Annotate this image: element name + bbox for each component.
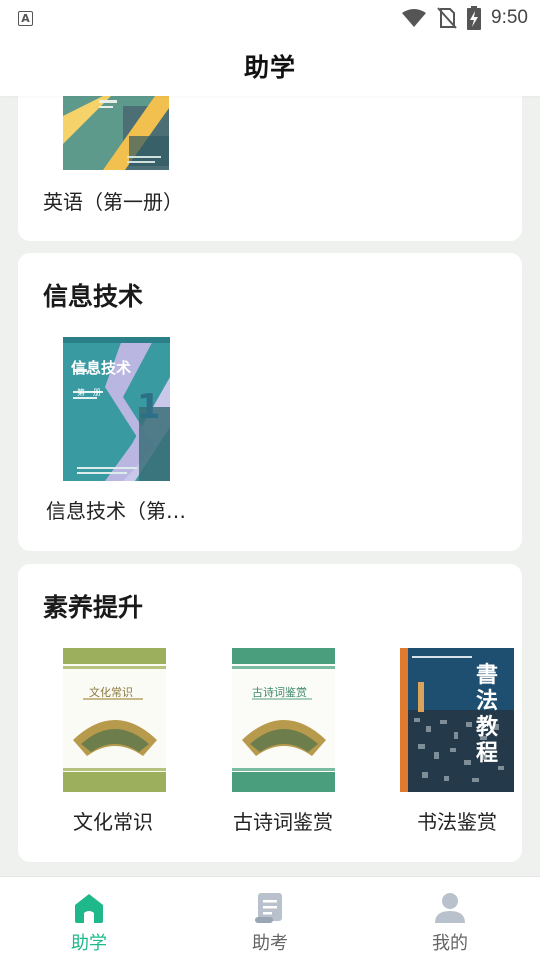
wifi-icon [402, 9, 427, 27]
book-cover-info-tech: 信息技术 第一册 1 [63, 337, 170, 481]
cover-title-info-tech: 信息技术 [71, 359, 132, 377]
nav-tab-mine[interactable]: 我的 [390, 891, 510, 955]
person-icon [435, 893, 465, 923]
no-sim-icon [437, 7, 457, 29]
cover-title-poetry: 古诗词鉴赏 [252, 686, 307, 699]
bottom-navigation: 助学 助考 我的 [0, 876, 540, 961]
notification-app-icon: A [18, 10, 33, 26]
book-cover-english [63, 96, 169, 170]
home-icon [75, 894, 103, 923]
section-card-english: 英语（第一册） [18, 96, 522, 241]
content-scroll-area[interactable]: 英语（第一册） 信息技术 信息技术 第一册 1 信息技术（第… 素养提升 文化常… [0, 96, 540, 876]
nav-tab-assist-learning[interactable]: 助学 [29, 891, 149, 955]
book-title-calligraphy: 书法鉴赏 [417, 810, 497, 834]
book-title-english: 英语（第一册） [43, 190, 183, 214]
app-header: 助学 [0, 36, 540, 96]
cover-number-info-tech: 1 [137, 387, 161, 427]
book-title-info-tech: 信息技术（第… [46, 499, 186, 523]
status-bar: A 9:50 [0, 0, 540, 36]
section-title-info-tech: 信息技术 [43, 282, 144, 311]
battery-charging-icon [467, 6, 482, 30]
cover-subtitle-info-tech: 第一册 [77, 388, 101, 397]
book-cover-calligraphy: 書法教程 [400, 648, 514, 792]
section-card-literacy: 素养提升 文化常识 文化常识 古诗词鉴赏 古诗词鉴赏 書法教程 书法鉴赏 [18, 564, 522, 862]
book-cover-poetry: 古诗词鉴赏 [232, 648, 335, 792]
status-time: 9:50 [491, 7, 528, 28]
scroll-icon [255, 893, 282, 923]
cover-title-culture: 文化常识 [89, 686, 133, 699]
nav-label-mine: 我的 [432, 933, 468, 954]
page-title: 助学 [243, 53, 296, 82]
cover-title-calligraphy: 書法教程 [475, 662, 498, 766]
book-title-poetry: 古诗词鉴赏 [233, 810, 333, 834]
nav-label-assist-exam: 助考 [252, 933, 288, 954]
section-title-literacy: 素养提升 [43, 593, 144, 622]
nav-label-assist-learning: 助学 [71, 933, 107, 954]
nav-tab-assist-exam[interactable]: 助考 [210, 891, 330, 955]
section-card-info-tech: 信息技术 信息技术 第一册 1 信息技术（第… [18, 253, 522, 551]
book-title-culture: 文化常识 [73, 810, 153, 834]
book-cover-culture: 文化常识 [63, 648, 166, 792]
